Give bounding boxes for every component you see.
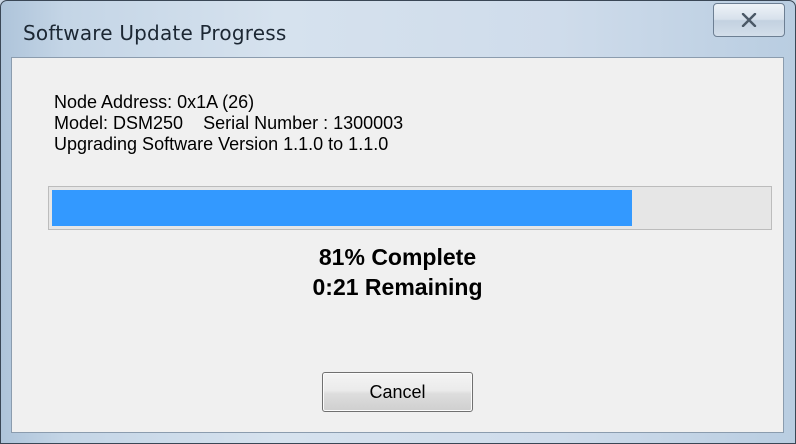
model-serial-row: Model: DSM250 Serial Number : 1300003 bbox=[54, 113, 403, 134]
percent-complete-text: 81% Complete bbox=[318, 244, 477, 270]
progress-bar bbox=[48, 186, 772, 230]
node-address-text: Node Address: 0x1A (26) bbox=[54, 92, 255, 112]
close-button[interactable] bbox=[713, 3, 785, 37]
update-progress-window: Software Update Progress Node Address: 0… bbox=[0, 0, 796, 444]
progress-bar-fill bbox=[52, 190, 632, 226]
title-bar[interactable]: Software Update Progress bbox=[1, 1, 795, 57]
dialog-content: Node Address: 0x1A (26) Model: DSM250 Ser… bbox=[11, 57, 784, 433]
device-info: Node Address: 0x1A (26) Model: DSM250 Ser… bbox=[54, 92, 403, 155]
cancel-button[interactable]: Cancel bbox=[322, 372, 473, 412]
window-title: Software Update Progress bbox=[23, 21, 287, 45]
upgrade-version-text: Upgrading Software Version 1.1.0 to 1.1.… bbox=[54, 134, 389, 154]
serial-number-text: Serial Number : 1300003 bbox=[203, 113, 404, 133]
time-remaining-text: 0:21 Remaining bbox=[312, 274, 483, 300]
model-text: Model: DSM250 bbox=[54, 113, 184, 133]
close-icon bbox=[741, 13, 757, 27]
